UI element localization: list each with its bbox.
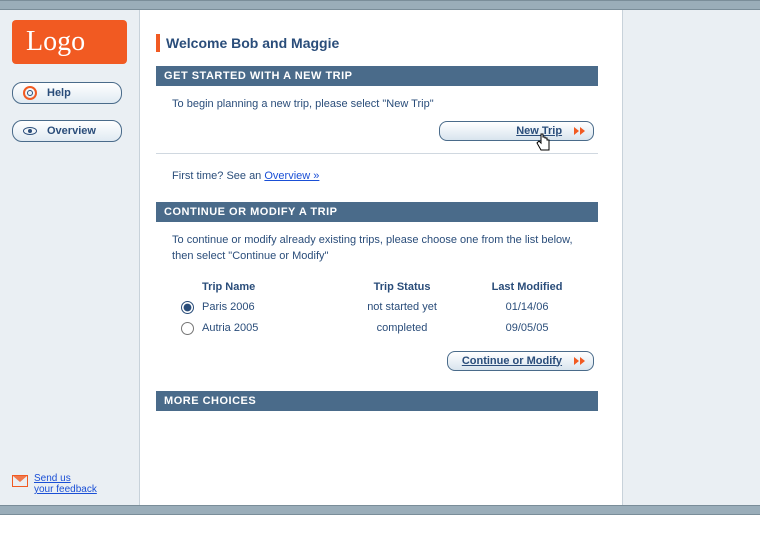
logo: Logo (12, 20, 127, 64)
feedback-link[interactable]: Send usyour feedback (12, 473, 127, 495)
trip-status-cell: not started yet (332, 301, 472, 313)
trips-table: Trip Name Trip Status Last Modified Pari… (156, 273, 598, 351)
chevron-right-icon (574, 357, 585, 365)
trip-radio[interactable] (181, 301, 194, 314)
new-trip-button[interactable]: New Trip (439, 121, 594, 141)
first-time-hint: First time? See an Overview » (156, 162, 598, 202)
help-button[interactable]: Help (12, 82, 122, 104)
continue-text: To continue or modify already existing t… (156, 232, 598, 273)
overview-label: Overview (47, 125, 96, 137)
main-panel: Welcome Bob and Maggie GET STARTED WITH … (139, 10, 623, 505)
welcome-heading: Welcome Bob and Maggie (156, 34, 598, 52)
chevron-right-icon (574, 127, 585, 135)
trip-radio[interactable] (181, 322, 194, 335)
overview-button[interactable]: Overview (12, 120, 122, 142)
accent-bar (156, 34, 160, 52)
lifebuoy-icon (23, 86, 37, 100)
bottom-border (0, 505, 760, 515)
continue-button-row: Continue or Modify (156, 351, 598, 379)
divider (156, 153, 598, 154)
trip-modified-cell: 09/05/05 (472, 322, 582, 334)
overview-link[interactable]: Overview » (264, 170, 319, 182)
top-border (0, 0, 760, 10)
content-area: Logo Help Overview Send usyour feedback … (0, 10, 760, 505)
welcome-text: Welcome Bob and Maggie (166, 35, 339, 51)
feedback-text[interactable]: Send usyour feedback (34, 473, 97, 495)
help-label: Help (47, 87, 71, 99)
new-trip-button-label: New Trip (516, 125, 562, 137)
trip-status-cell: completed (332, 322, 472, 334)
col-trip-name: Trip Name (202, 281, 332, 293)
continue-modify-button[interactable]: Continue or Modify (447, 351, 594, 371)
new-trip-button-row: New Trip (156, 121, 598, 149)
new-trip-text: To begin planning a new trip, please sel… (156, 96, 598, 121)
right-margin (623, 10, 760, 505)
trip-modified-cell: 01/14/06 (472, 301, 582, 313)
table-row[interactable]: Autria 2005 completed 09/05/05 (172, 318, 582, 339)
continue-button-label: Continue or Modify (462, 355, 562, 367)
eye-icon (23, 124, 37, 138)
col-last-modified: Last Modified (472, 281, 582, 293)
trip-name-cell: Autria 2005 (202, 322, 332, 334)
continue-header: CONTINUE OR MODIFY A TRIP (156, 202, 598, 222)
new-trip-header: GET STARTED WITH A NEW TRIP (156, 66, 598, 86)
trip-name-cell: Paris 2006 (202, 301, 332, 313)
table-row[interactable]: Paris 2006 not started yet 01/14/06 (172, 297, 582, 318)
col-trip-status: Trip Status (332, 281, 472, 293)
envelope-icon (12, 475, 28, 487)
table-header-row: Trip Name Trip Status Last Modified (172, 277, 582, 297)
sidebar: Logo Help Overview Send usyour feedback (0, 10, 139, 505)
more-choices-header: MORE CHOICES (156, 391, 598, 411)
